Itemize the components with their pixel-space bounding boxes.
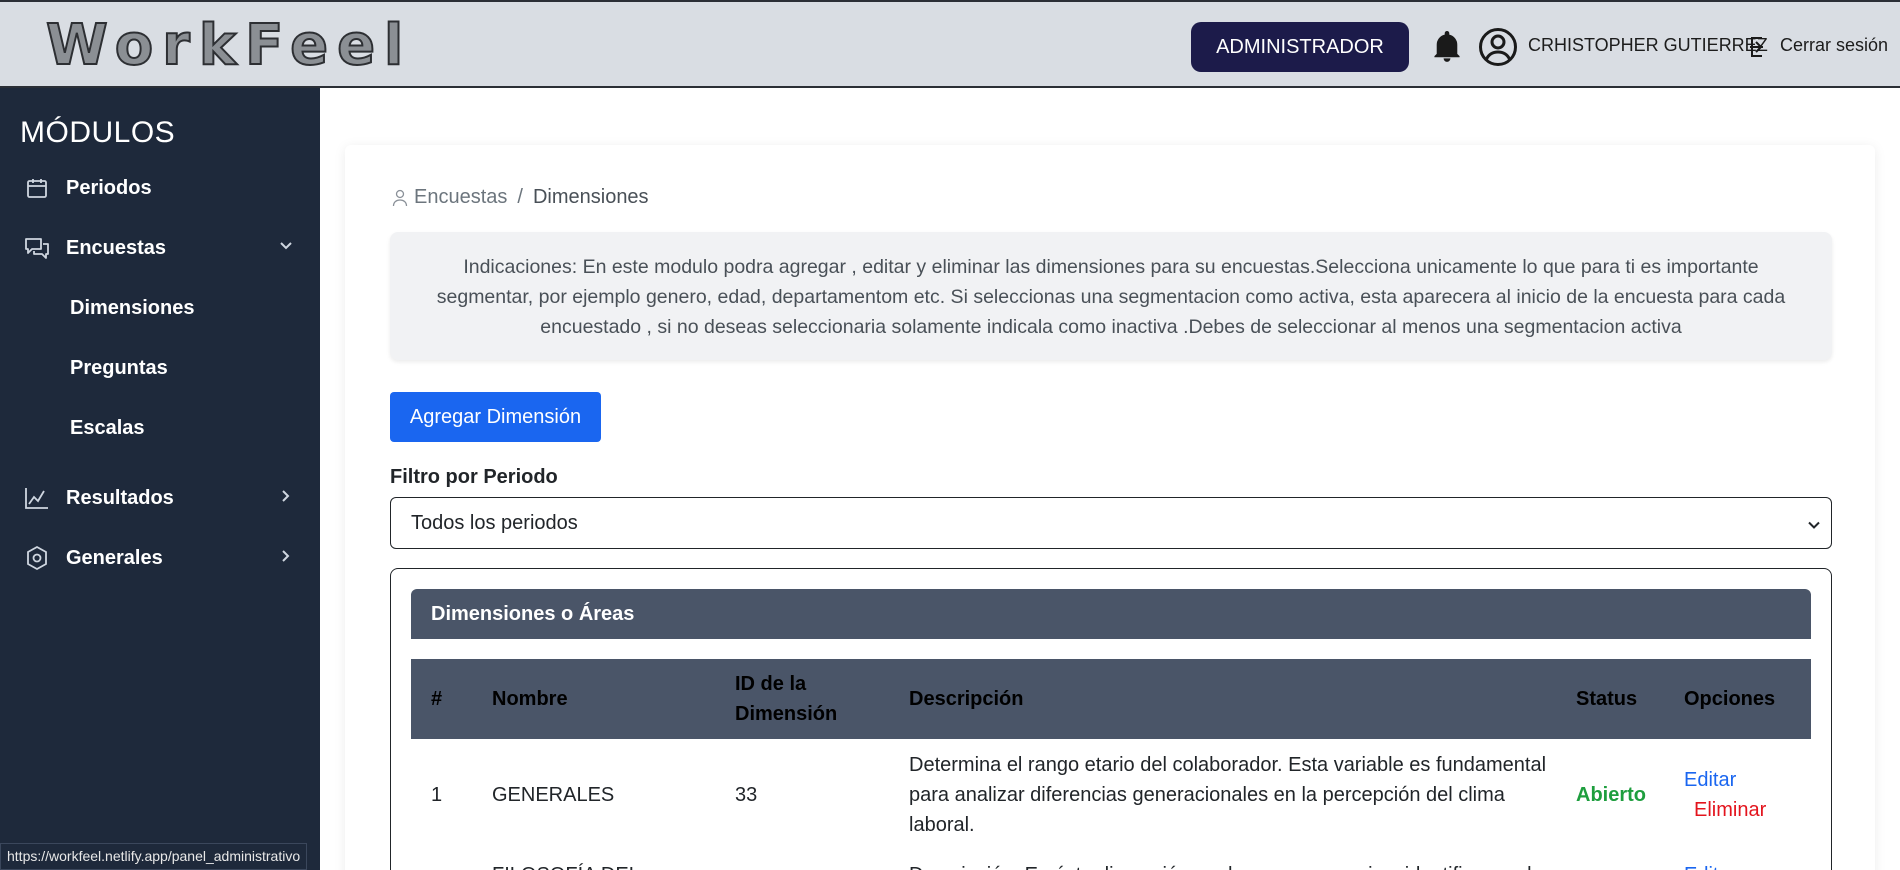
sidebar-item-periodos[interactable]: Periodos [22,168,302,208]
instructions-box: Indicaciones: En este modulo podra agreg… [390,232,1832,360]
chevron-right-icon [282,550,290,562]
calendar-icon [22,175,52,201]
breadcrumb-current: Dimensiones [532,186,649,208]
sidebar-item-generales[interactable]: Generales [22,538,302,578]
period-filter-label: Filtro por Periodo [390,466,558,488]
period-filter-select[interactable]: Todos los periodos [390,497,1832,549]
sidebar-subitem-preguntas[interactable]: Preguntas [70,357,168,380]
user-avatar-icon[interactable] [1478,27,1518,67]
table-header: # Nombre ID de la Dimensión Descripción … [411,659,1811,739]
sidebar-item-resultados[interactable]: Resultados [22,478,302,518]
breadcrumb: Encuestas / Dimensiones [392,186,649,209]
status-bar-url: https://workfeel.netlify.app/panel_admin… [0,843,308,870]
chevron-right-icon [282,490,290,502]
logout-link[interactable]: Cerrar sesión [1780,35,1888,56]
sidebar-subitem-dimensiones[interactable]: Dimensiones [70,297,194,320]
breadcrumb-separator: / [517,186,523,208]
chart-line-icon [22,485,52,511]
table-row: FILOSOFÍA DEL Descripción: En ésta dimen… [411,860,1811,870]
column-header-status: Status [1576,688,1638,710]
person-icon [392,189,408,206]
add-dimension-button[interactable]: Agregar Dimensión [390,392,601,442]
row-description: Descripción: En ésta dimensión se desea … [909,860,1549,870]
bell-icon[interactable] [1433,31,1461,63]
column-header-options: Opciones [1684,688,1776,710]
sidebar-item-label: Encuestas [66,236,167,259]
breadcrumb-encuestas[interactable]: Encuestas [414,186,507,209]
chevron-down-icon [1808,521,1820,529]
column-header-description: Descripción [909,688,1024,710]
row-number: 1 [431,784,443,806]
sidebar: MÓDULOS Periodos Encuestas Dimensiones P… [0,88,320,870]
workfeel-logo[interactable]: WorkFeel [45,13,412,79]
edit-link[interactable]: Editar [1684,860,1736,870]
edit-link[interactable]: Editar [1684,765,1736,795]
table-row: 1 GENERALES 33 Determina el rango etario… [411,750,1811,842]
sidebar-title: MÓDULOS [20,116,176,149]
row-dimension-id: 33 [735,784,758,806]
sidebar-item-label: Periodos [66,176,152,199]
chevron-down-icon [280,242,292,250]
table-title: Dimensiones o Áreas [411,589,1811,639]
user-name: CRHISTOPHER GUTIERREZ [1528,35,1768,55]
sidebar-item-label: Generales [66,546,163,569]
period-filter-value: Todos los periodos [411,511,578,534]
delete-link[interactable]: Eliminar [1694,795,1766,825]
column-header-name: Nombre [492,688,568,710]
row-name: GENERALES [492,784,615,806]
hexagon-gear-icon [22,545,52,571]
sidebar-item-encuestas[interactable]: Encuestas [22,228,302,268]
row-name: FILOSOFÍA DEL [492,860,640,870]
chat-icon [22,235,52,261]
administrator-button[interactable]: ADMINISTRADOR [1191,22,1409,72]
top-header: WorkFeel ADMINISTRADOR CRHISTOPHER GUTIE… [0,0,1900,88]
logout-icon[interactable] [1748,35,1772,59]
status-badge: Abierto [1576,784,1646,806]
sidebar-subitem-escalas[interactable]: Escalas [70,417,145,440]
column-header-dimension-id: ID de la Dimensión [735,673,838,725]
sidebar-item-label: Resultados [66,486,174,509]
column-header-number: # [431,688,443,710]
row-description: Determina el rango etario del colaborado… [909,754,1547,836]
